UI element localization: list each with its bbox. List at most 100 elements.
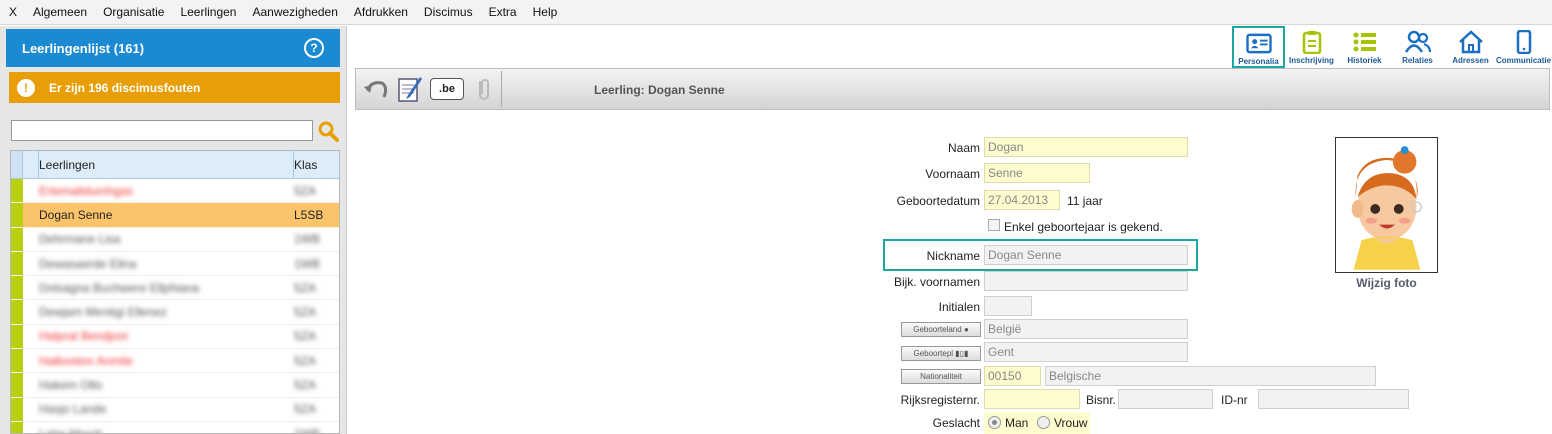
initialen-label: Initialen (938, 300, 980, 314)
tab-adressen-label: Adressen (1452, 56, 1489, 65)
bijk-voornamen-field[interactable] (984, 271, 1188, 291)
voornaam-field[interactable]: Senne (984, 163, 1090, 183)
discimus-warning[interactable]: ! Er zijn 196 discimusfouten (9, 72, 340, 103)
table-row[interactable]: Dehrmane Lisa 1WB (11, 227, 339, 252)
naam-label: Naam (947, 141, 980, 155)
student-klas: 1WB (294, 232, 321, 247)
clipboard-icon (1302, 31, 1321, 54)
bijk-voornamen-label: Bijk. voornamen (893, 275, 980, 289)
student-klas: 5ZA (294, 305, 317, 320)
table-row[interactable]: Dogan Senne L5SB (11, 203, 339, 228)
action-group: .be (358, 71, 502, 107)
tab-communicatie[interactable]: Communicatie (1496, 26, 1551, 68)
student-klas: L5SB (294, 207, 324, 222)
table-row[interactable]: Hakem Otlo 5ZA (11, 373, 339, 398)
row-spacer (23, 373, 39, 396)
tab-inschrijving[interactable]: Inschrijving (1285, 26, 1338, 68)
menu-organisatie[interactable]: Organisatie (95, 0, 172, 25)
help-icon[interactable]: ? (304, 38, 324, 58)
tab-historiek[interactable]: Historiek (1338, 26, 1391, 68)
geboortedatum-label: Geboortedatum (896, 194, 980, 208)
table-row[interactable]: Halbvebre Anmile 5ZA (11, 349, 339, 374)
student-list-header: Leerlingenlijst (161) ? (6, 29, 340, 67)
table-header: Leerlingen Klas (11, 151, 339, 179)
row-marker (11, 397, 23, 421)
man-radio[interactable] (988, 416, 1001, 429)
table-row[interactable]: Dewjam Mentigi Ellenez 5ZA (11, 300, 339, 325)
nickname-field[interactable]: Dogan Senne (984, 245, 1188, 265)
geboorteplaats-field[interactable]: Gent (984, 342, 1188, 362)
row-marker (11, 203, 23, 227)
paperclip-icon[interactable] (470, 75, 498, 103)
search-box (11, 120, 313, 141)
action-bar: .be Leerling: Dogan Senne (355, 68, 1550, 110)
initialen-field[interactable] (984, 296, 1032, 316)
menu-discimus[interactable]: Discimus (416, 0, 481, 25)
table-row[interactable]: Ertemaltdumhgas 5ZA (11, 179, 339, 204)
bisnr-field[interactable] (1118, 389, 1213, 409)
tab-adressen[interactable]: Adressen (1444, 26, 1497, 68)
voornaam-label: Voornaam (925, 167, 980, 181)
table-body: Ertemaltdumhgas 5ZA Dogan Senne L5SB Dehrman… (11, 179, 339, 433)
geslacht-group: Man Vrouw (984, 412, 1090, 434)
tab-relaties[interactable]: Relaties (1391, 26, 1444, 68)
eid-logo[interactable]: .be (430, 78, 464, 100)
undo-icon[interactable] (362, 75, 390, 103)
table-row[interactable]: Dewasaerde Elina 1WB (11, 251, 339, 277)
student-title: Leerling: Dogan Senne (594, 83, 725, 97)
geboorteland-field[interactable]: België (984, 319, 1188, 339)
student-klas: 1WB (294, 256, 321, 271)
student-name: Dehrmane Lisa (39, 232, 121, 247)
table-row[interactable]: Halprat Bendjoni 5ZA (11, 324, 339, 350)
search-icon[interactable] (317, 120, 339, 142)
row-spacer (23, 252, 39, 275)
student-klas: 5ZA (294, 353, 317, 368)
student-name: Hasjo Lande (39, 402, 107, 417)
menu-extra[interactable]: Extra (481, 0, 525, 25)
row-marker (11, 349, 23, 373)
nationaliteit-button[interactable]: Nationaliteit (901, 369, 981, 384)
student-photo[interactable] (1335, 137, 1438, 273)
wijzig-foto-link[interactable]: Wijzig foto (1335, 276, 1438, 290)
geslacht-label: Geslacht (932, 416, 980, 430)
tab-personalia[interactable]: Personalia (1232, 26, 1285, 68)
row-marker (11, 300, 23, 324)
table-row[interactable]: Dolsagna Buchwere Ellphiana 5ZA (11, 276, 339, 301)
column-header-leerlingen[interactable]: Leerlingen (39, 151, 294, 178)
row-marker (11, 421, 23, 433)
menu-help[interactable]: Help (525, 0, 566, 25)
row-spacer (23, 228, 39, 251)
row-spacer (23, 422, 39, 433)
menu-close[interactable]: X (0, 0, 25, 25)
row-marker (11, 324, 23, 349)
student-list-panel: Leerlingenlijst (161) ? ! Er zijn 196 di… (0, 26, 347, 434)
edit-icon[interactable] (396, 75, 424, 103)
table-row[interactable]: Lebe Mesdr 1WB (11, 421, 339, 433)
geboorteland-button[interactable]: Geboorteland ● (901, 322, 981, 337)
column-header-klas[interactable]: Klas (294, 151, 339, 178)
enkel-geboortejaar-label: Enkel geboortejaar is gekend. (1004, 220, 1163, 234)
tab-historiek-label: Historiek (1347, 56, 1382, 65)
student-klas: 5ZA (294, 183, 317, 198)
menu-afdrukken[interactable]: Afdrukken (346, 0, 416, 25)
geboorteplaats-button[interactable]: Geboortepl ▮▯▮ (901, 346, 981, 361)
menu-leerlingen[interactable]: Leerlingen (172, 0, 244, 25)
man-label: Man (1005, 416, 1029, 430)
table-row[interactable]: Hasjo Lande 5ZA (11, 397, 339, 422)
search-input[interactable] (12, 121, 312, 140)
idnr-field[interactable] (1258, 389, 1409, 409)
student-klas: 5ZA (294, 280, 317, 295)
menu-algemeen[interactable]: Algemeen (25, 0, 95, 25)
geboortedatum-field[interactable]: 27.04.2013 (984, 190, 1060, 210)
tab-inschrijving-label: Inschrijving (1289, 56, 1334, 65)
nickname-label: Nickname (926, 249, 980, 263)
naam-field[interactable]: Dogan (984, 137, 1188, 157)
nationaliteit-field[interactable]: Belgische (1045, 366, 1376, 386)
vrouw-radio[interactable] (1037, 416, 1050, 429)
enkel-geboortejaar-checkbox[interactable] (988, 219, 1000, 231)
menu-aanwezigheden[interactable]: Aanwezigheden (244, 0, 345, 25)
nationaliteit-code-field[interactable]: 00150 (984, 366, 1041, 386)
rijksregister-field[interactable] (984, 389, 1080, 409)
student-klas: 5ZA (294, 378, 317, 393)
geboorteplaats-button-label: Geboortepl (913, 349, 954, 358)
